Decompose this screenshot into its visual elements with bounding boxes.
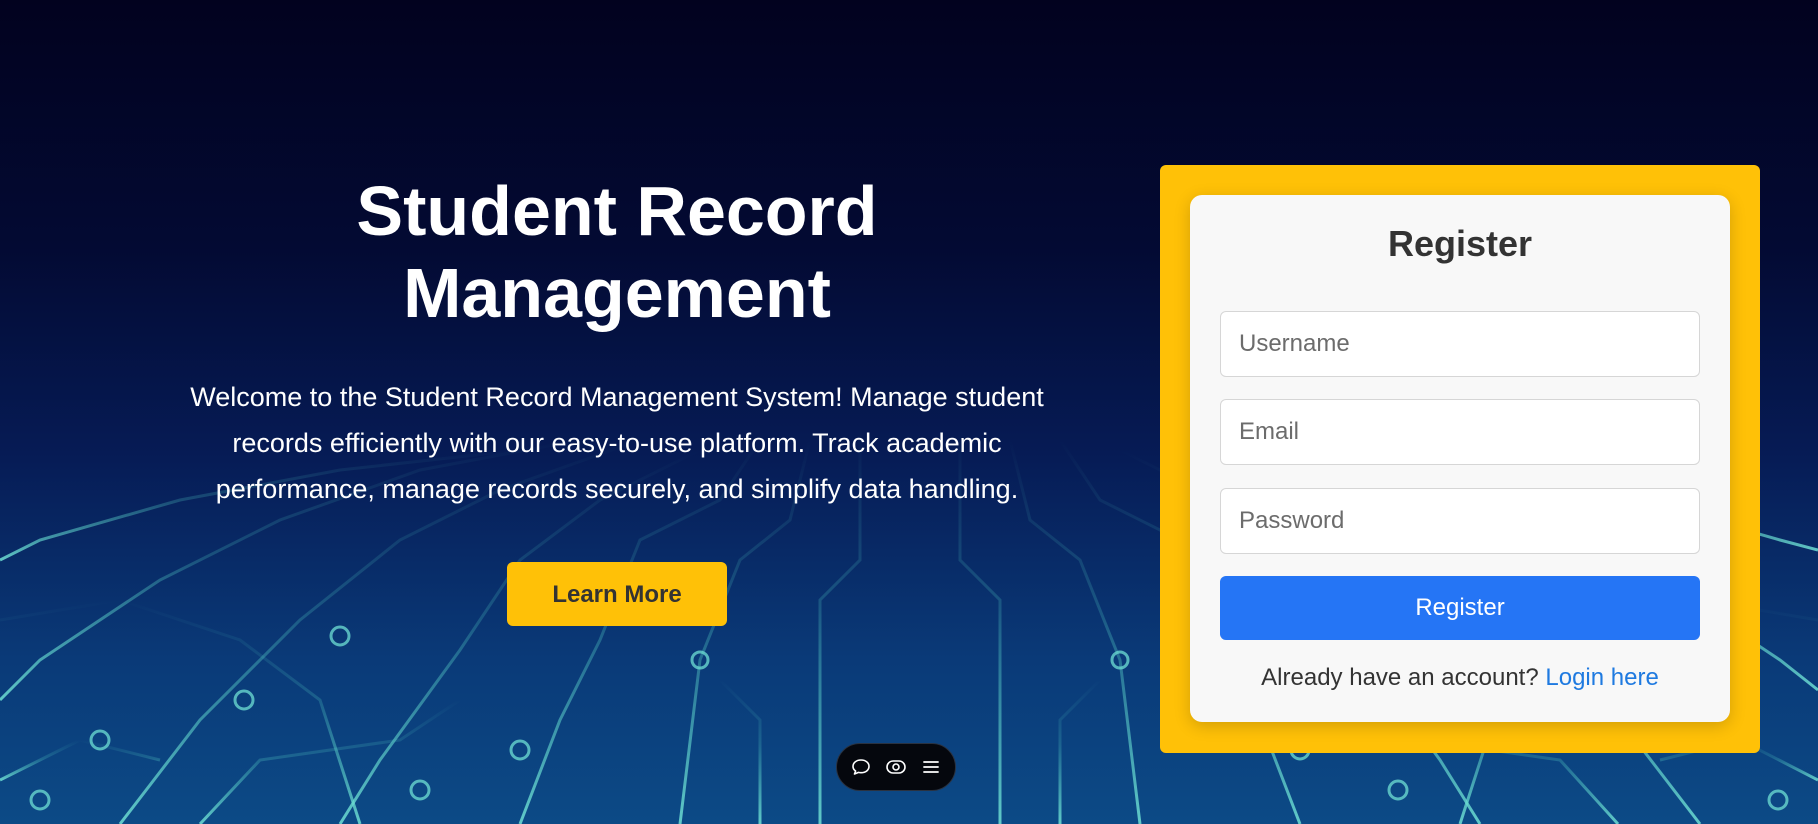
email-input[interactable] [1220,399,1700,465]
login-link[interactable]: Login here [1545,664,1658,691]
hero-section: Student Record Management Welcome to the… [160,170,1074,626]
register-button[interactable]: Register [1220,576,1700,640]
login-prompt: Already have an account? Login here [1190,664,1730,692]
register-card: Register Register Already have an accoun… [1190,195,1730,722]
floating-toolbar [836,743,956,791]
hero-title: Student Record Management [356,172,878,332]
account-prompt-text: Already have an account? [1261,664,1539,691]
page: Student Record Management Welcome to the… [0,0,1818,824]
chat-icon[interactable] [850,756,872,778]
learn-more-button[interactable]: Learn More [507,562,727,626]
register-title: Register [1387,223,1533,264]
eye-icon[interactable] [885,756,907,778]
password-input[interactable] [1220,488,1700,554]
menu-icon[interactable] [920,756,942,778]
username-input[interactable] [1220,311,1700,377]
hero-description: Welcome to the Student Record Management… [190,382,1044,504]
register-panel: Register Register Already have an accoun… [1160,165,1760,753]
